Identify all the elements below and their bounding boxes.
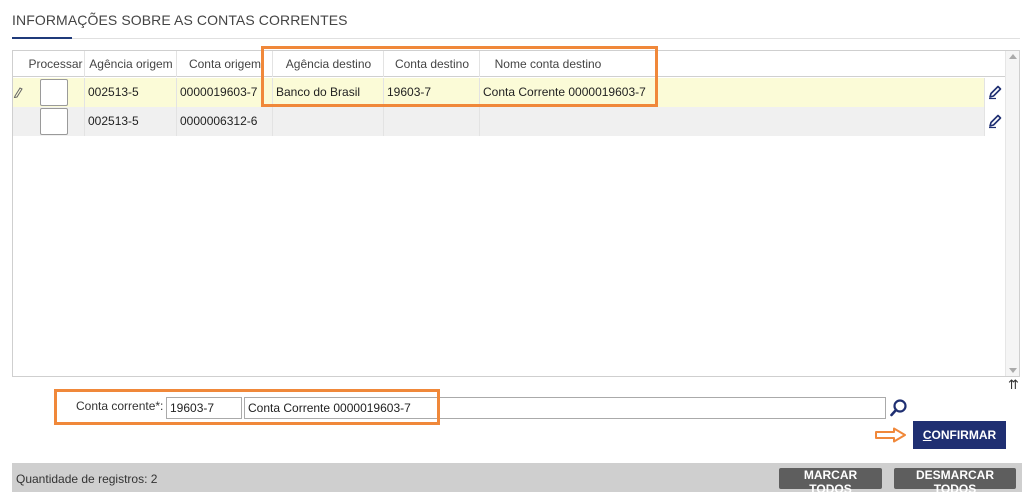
column-header-conta-origem[interactable]: Conta origem <box>178 51 273 77</box>
edit-cell <box>985 107 1005 136</box>
select-all-button[interactable]: MARCAR TODOS <box>779 468 882 496</box>
process-checkbox[interactable] <box>40 108 68 135</box>
highlight-box-conta-corrente <box>54 389 440 425</box>
highlight-box-destination-columns <box>261 46 658 107</box>
search-icon[interactable] <box>888 397 910 419</box>
process-cell <box>27 107 85 136</box>
edit-pencil-icon[interactable] <box>987 113 1003 129</box>
title-divider <box>72 38 1020 39</box>
scroll-down-icon[interactable] <box>1009 368 1017 373</box>
agencia-origem-cell: 002513-5 <box>86 78 177 107</box>
record-count: Quantidade de registros: 2 <box>16 472 157 486</box>
row-edit-indicator-icon <box>13 87 23 98</box>
edit-pencil-icon[interactable] <box>987 84 1003 100</box>
vertical-scrollbar[interactable] <box>1005 51 1019 376</box>
edit-cell <box>985 78 1005 107</box>
grid-footer: Quantidade de registros: 2 MARCAR TODOS … <box>12 463 1022 496</box>
deselect-all-button[interactable]: DESMARCAR TODOS <box>894 468 1016 496</box>
column-header-agencia-origem[interactable]: Agência origem <box>86 51 177 77</box>
agencia-destino-cell <box>274 107 384 136</box>
confirm-button[interactable]: CONFIRMAR <box>913 421 1006 449</box>
agencia-origem-cell: 002513-5 <box>86 107 177 136</box>
process-checkbox[interactable] <box>40 79 68 106</box>
conta-origem-cell: 0000006312-6 <box>178 107 273 136</box>
process-cell <box>27 78 85 107</box>
section-title: INFORMAÇÕES SOBRE AS CONTAS CORRENTES <box>12 12 348 28</box>
column-header-processar[interactable]: Processar <box>27 51 85 77</box>
record-count-label: Quantidade de registros: <box>16 472 148 486</box>
table-row[interactable]: 002513-5 0000006312-6 <box>13 107 1005 136</box>
arrow-right-icon <box>875 427 906 443</box>
scroll-up-icon[interactable] <box>1009 54 1017 59</box>
collapse-chevrons-icon[interactable]: ⇈ <box>1008 378 1020 392</box>
conta-origem-cell: 0000019603-7 <box>178 78 273 107</box>
title-underline <box>12 37 72 39</box>
record-count-value: 2 <box>150 472 158 486</box>
nome-conta-destino-cell <box>481 107 985 136</box>
conta-destino-cell <box>385 107 480 136</box>
